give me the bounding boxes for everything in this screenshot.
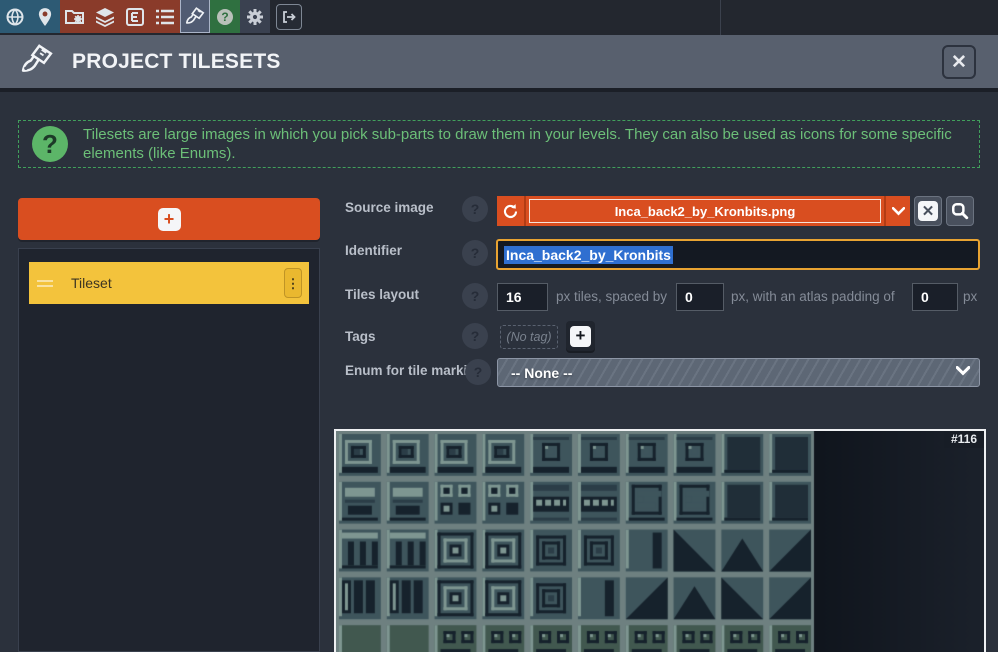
tileset-image[interactable] bbox=[336, 431, 984, 652]
add-tileset-button[interactable]: + bbox=[18, 198, 320, 240]
chevron-down-icon bbox=[892, 207, 905, 216]
project-settings-button[interactable] bbox=[60, 0, 90, 33]
enum-select-value: -- None -- bbox=[511, 365, 572, 381]
identifier-input[interactable]: Inca_back2_by_Kronbits bbox=[496, 239, 980, 270]
exit-icon bbox=[281, 9, 297, 25]
enum-select[interactable]: -- None -- bbox=[497, 358, 980, 387]
panel-header: PROJECT TILESETS ✕ bbox=[0, 35, 998, 88]
source-image-widget: Inca_back2_by_Kronbits.png bbox=[497, 196, 910, 226]
enum-help-icon[interactable]: ? bbox=[465, 359, 491, 385]
identifier-help-icon[interactable]: ? bbox=[462, 240, 488, 266]
refresh-icon bbox=[502, 203, 519, 220]
enum-marking-label: Enum for tile marking bbox=[345, 363, 484, 378]
tiles-text-1: px tiles, spaced by bbox=[556, 289, 667, 304]
tile-count-badge: #116 bbox=[944, 431, 984, 448]
tiles-layout-label: Tiles layout bbox=[345, 287, 419, 302]
header-shadow bbox=[0, 88, 998, 92]
identifier-label: Identifier bbox=[345, 243, 402, 258]
map-pin-icon bbox=[37, 7, 53, 27]
drag-handle-icon[interactable] bbox=[37, 280, 53, 287]
entity-icon bbox=[125, 7, 145, 27]
tilesets-button[interactable] bbox=[180, 0, 210, 33]
page-title: PROJECT TILESETS bbox=[72, 50, 281, 74]
refresh-button[interactable] bbox=[497, 196, 526, 226]
tags-label: Tags bbox=[345, 329, 376, 344]
atlas-padding-input[interactable] bbox=[912, 283, 958, 311]
source-image-value: Inca_back2_by_Kronbits.png bbox=[615, 204, 796, 219]
item-menu-button[interactable]: ⋮ bbox=[284, 268, 302, 298]
source-image-chevron-button[interactable] bbox=[884, 196, 910, 226]
tileset-list-panel: Tileset ⋮ bbox=[18, 248, 320, 652]
help-question-icon: ? bbox=[32, 126, 68, 162]
brush-icon bbox=[184, 5, 206, 27]
source-image-label: Source image bbox=[345, 200, 434, 215]
list-icon bbox=[154, 7, 176, 27]
tile-size-input[interactable] bbox=[497, 283, 548, 311]
paintbrush-icon bbox=[18, 42, 56, 81]
help-text: Tilesets are large images in which you p… bbox=[83, 125, 969, 163]
globe-icon bbox=[5, 7, 25, 27]
exit-button[interactable] bbox=[276, 4, 302, 30]
folder-gear-icon bbox=[64, 7, 86, 27]
enums-button[interactable] bbox=[150, 0, 180, 33]
add-tag-button[interactable]: + bbox=[566, 321, 595, 351]
help-button[interactable]: ? bbox=[210, 0, 240, 33]
gear-icon bbox=[245, 7, 265, 27]
settings-button[interactable] bbox=[240, 0, 270, 33]
tags-help-icon[interactable]: ? bbox=[462, 323, 488, 349]
help-infobox: ? Tilesets are large images in which you… bbox=[18, 120, 980, 168]
identifier-selected-text: Inca_back2_by_Kronbits bbox=[504, 246, 673, 264]
chevron-down-icon bbox=[956, 366, 970, 376]
world-button[interactable] bbox=[0, 0, 30, 33]
magnifier-icon bbox=[951, 202, 969, 220]
tiles-text-3: px bbox=[963, 289, 977, 304]
tiles-layout-help-icon[interactable]: ? bbox=[462, 283, 488, 309]
source-image-dropdown[interactable]: Inca_back2_by_Kronbits.png bbox=[526, 196, 884, 226]
close-button[interactable]: ✕ bbox=[942, 45, 976, 79]
source-image-help-icon[interactable]: ? bbox=[462, 196, 488, 222]
svg-text:?: ? bbox=[221, 10, 228, 24]
main-toolbar: ? bbox=[0, 0, 998, 35]
layers-icon bbox=[94, 7, 116, 27]
locate-file-button[interactable] bbox=[946, 196, 974, 226]
tiles-text-2: px, with an atlas padding of bbox=[731, 289, 895, 304]
plus-icon: + bbox=[158, 208, 181, 231]
kebab-icon: ⋮ bbox=[287, 281, 300, 286]
clear-source-button[interactable]: ✕ bbox=[914, 196, 942, 226]
question-icon: ? bbox=[215, 7, 235, 27]
tileset-item-label: Tileset bbox=[71, 275, 112, 291]
toolbar-separator bbox=[720, 0, 721, 35]
levels-button[interactable] bbox=[30, 0, 60, 33]
no-tag-placeholder: (No tag) bbox=[500, 325, 558, 349]
clear-x-icon: ✕ bbox=[918, 201, 938, 221]
plus-icon: + bbox=[570, 326, 591, 347]
tileset-preview[interactable]: #116 bbox=[334, 429, 986, 652]
entities-button[interactable] bbox=[120, 0, 150, 33]
tileset-list-item[interactable]: Tileset ⋮ bbox=[29, 262, 309, 304]
tile-spacing-input[interactable] bbox=[676, 283, 724, 311]
layers-button[interactable] bbox=[90, 0, 120, 33]
